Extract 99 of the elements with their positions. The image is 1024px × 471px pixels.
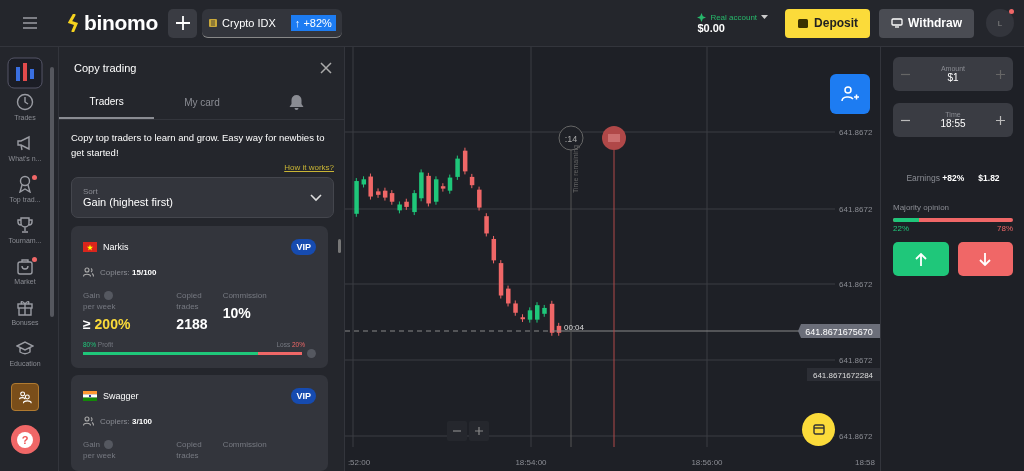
copiers-text: Copiers: 3/100 bbox=[100, 416, 153, 426]
price-axis-label: 641.8672 bbox=[839, 205, 873, 214]
add-trader-button[interactable] bbox=[830, 74, 870, 114]
withdraw-button[interactable]: Withdraw bbox=[879, 8, 974, 38]
candle bbox=[513, 299, 518, 317]
candle bbox=[520, 313, 525, 323]
add-asset-button[interactable] bbox=[168, 8, 198, 38]
candle bbox=[354, 177, 359, 218]
price-axis-label: 641.8672 bbox=[839, 128, 873, 137]
earnings-text: Earnings +82% bbox=[906, 173, 965, 183]
time-axis-label: 18:58 bbox=[855, 458, 875, 467]
gift-icon bbox=[16, 298, 34, 316]
calendar-button[interactable] bbox=[802, 413, 835, 446]
candle bbox=[412, 189, 417, 216]
award-icon bbox=[16, 175, 34, 193]
plus-icon bbox=[475, 426, 483, 436]
trader-name: Swagger bbox=[103, 391, 139, 401]
copied-trades-value: 2188 bbox=[176, 316, 209, 332]
commission-value: 10% bbox=[222, 305, 252, 321]
clock-icon bbox=[16, 93, 34, 111]
candle bbox=[535, 301, 540, 324]
zoom-out-button[interactable] bbox=[447, 421, 467, 441]
trader-name: Narkis bbox=[103, 242, 129, 252]
tab[interactable]: Traders bbox=[59, 85, 155, 119]
price-axis-label: 641.8672 bbox=[839, 356, 873, 365]
graduation-cap-icon bbox=[16, 339, 34, 357]
card-icon bbox=[891, 17, 904, 29]
calendar-icon bbox=[812, 424, 825, 435]
bell-icon[interactable] bbox=[289, 94, 305, 110]
candle bbox=[455, 155, 460, 181]
close-icon[interactable] bbox=[320, 61, 332, 74]
asset-name: Crypto IDX bbox=[222, 16, 276, 29]
menu-icon[interactable] bbox=[22, 17, 38, 29]
candle bbox=[426, 172, 431, 207]
user-plus-icon bbox=[841, 86, 859, 102]
asset-tab[interactable]: Crypto IDX ↑ +82% bbox=[202, 8, 342, 38]
help-button[interactable]: ? bbox=[10, 425, 40, 454]
plus-icon[interactable] bbox=[996, 115, 1005, 125]
balance: $0.00 bbox=[697, 21, 726, 34]
plus-icon bbox=[174, 15, 191, 31]
wallet-icon bbox=[797, 17, 810, 29]
panel-title: Copy trading bbox=[74, 61, 137, 74]
chart-thumbnail-icon[interactable] bbox=[7, 57, 43, 89]
candle bbox=[477, 186, 482, 212]
flag-icon bbox=[83, 242, 97, 252]
asset-icon bbox=[209, 18, 218, 27]
earnings-value: $1.82 bbox=[978, 173, 1000, 183]
trophy-icon bbox=[16, 216, 34, 234]
down-button[interactable] bbox=[957, 242, 1013, 276]
time-axis-label: :52:00 bbox=[347, 458, 371, 467]
candle bbox=[542, 304, 547, 318]
countdown-text: :14 bbox=[564, 134, 578, 144]
majority-opinion-label: Majority opinion bbox=[893, 203, 951, 212]
users-icon bbox=[83, 267, 94, 277]
finish-flag-icon bbox=[602, 126, 626, 150]
time-axis-label: 18:54:00 bbox=[515, 458, 547, 467]
how-it-works-link[interactable]: How it works? bbox=[284, 163, 334, 172]
vip-badge: VIP bbox=[291, 239, 316, 255]
diamond-icon bbox=[697, 12, 707, 22]
candle bbox=[506, 285, 511, 307]
users-icon bbox=[83, 416, 94, 426]
candle bbox=[419, 168, 424, 202]
arrow-up-icon bbox=[914, 252, 927, 266]
candle bbox=[484, 212, 489, 237]
up-percent: 22% bbox=[893, 224, 909, 233]
arrow-down-icon bbox=[979, 252, 992, 266]
payout-badge: ↑ +82% bbox=[290, 14, 336, 31]
copiers-text: Copiers: 15/100 bbox=[100, 267, 157, 277]
stat-label: Gain bbox=[83, 290, 100, 301]
flag-icon bbox=[83, 391, 97, 401]
down-percent: 78% bbox=[997, 224, 1013, 233]
tab[interactable]: My card bbox=[154, 85, 250, 119]
caret-icon bbox=[761, 14, 769, 20]
bolt-icon bbox=[68, 14, 80, 32]
price-tag: 641.8671672284 bbox=[807, 368, 880, 381]
stat-label: Gain bbox=[83, 439, 100, 450]
logo-text: binomo bbox=[84, 11, 159, 35]
account-label: Real account bbox=[710, 12, 758, 22]
users-icon bbox=[18, 388, 32, 406]
stat-label: per week bbox=[83, 450, 117, 461]
gain-value: ≥ 200% bbox=[83, 316, 132, 332]
zoom-in-button[interactable] bbox=[469, 421, 489, 441]
timer-text: 00:04 bbox=[564, 323, 585, 332]
candle bbox=[397, 201, 402, 214]
time-axis-label: 18:56:00 bbox=[691, 458, 723, 467]
price-axis-label: 641.8672 bbox=[839, 432, 873, 441]
price-tag: 641.8671675670 bbox=[798, 324, 880, 338]
deposit-button[interactable]: Deposit bbox=[785, 8, 871, 38]
sort-dropdown[interactable]: Sort Gain (highest first) bbox=[71, 177, 334, 218]
shopping-bag-icon bbox=[16, 257, 34, 275]
vip-badge: VIP bbox=[291, 388, 316, 404]
account-selector[interactable]: Real account bbox=[697, 12, 769, 22]
stat-label: per week bbox=[83, 301, 117, 312]
candle bbox=[527, 306, 533, 324]
chevron-down-icon bbox=[310, 193, 322, 202]
candle bbox=[404, 198, 409, 211]
copy-trading-button[interactable] bbox=[11, 383, 39, 411]
price-axis-label: 641.8672 bbox=[839, 280, 873, 289]
description-text: Copy top traders to learn and grow. Easy way for newbies to get started! bbox=[71, 131, 326, 160]
